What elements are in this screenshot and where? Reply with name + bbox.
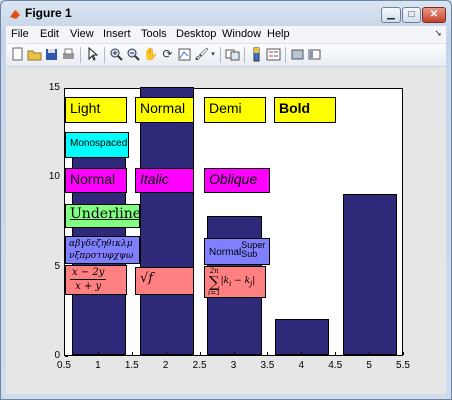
x-tick-mark — [97, 352, 99, 355]
menu-tools[interactable]: Tools — [141, 28, 167, 40]
greek-line-1: αβγδεζηθικλμ — [69, 239, 133, 249]
y-tick-mark — [65, 88, 68, 89]
x-tick-label: 1.5 — [124, 360, 139, 371]
annotation-normal-angle[interactable]: Normal — [65, 168, 127, 193]
sum-body-mid: − k — [231, 276, 251, 287]
annotation-normal[interactable]: Normal — [135, 97, 194, 123]
x-tick-mark — [335, 352, 337, 355]
fraction-numerator: x − 2y — [70, 267, 107, 280]
save-icon[interactable] — [44, 47, 59, 62]
legend-icon[interactable] — [266, 47, 281, 62]
x-tick-label: 5 — [366, 360, 372, 371]
x-tick-mark — [165, 352, 167, 355]
zoom-out-icon[interactable] — [126, 47, 141, 62]
title-bar[interactable]: Figure 1 ▁ □ ✕ — [1, 1, 451, 25]
hide-plot-tools-icon[interactable] — [290, 47, 305, 62]
open-file-icon[interactable] — [27, 47, 42, 62]
menu-help[interactable]: Help — [267, 28, 290, 40]
colorbar-icon[interactable] — [249, 47, 264, 62]
brush-dropdown-icon[interactable]: ▾ — [209, 47, 217, 62]
bar-2[interactable] — [139, 87, 194, 355]
x-tick-label: 4 — [298, 360, 305, 371]
annotation-oblique[interactable]: Oblique — [204, 168, 270, 193]
x-tick-mark — [403, 352, 404, 355]
y-tick-label: 5 — [54, 260, 60, 272]
sub-super-base: Normal — [209, 247, 242, 258]
rotate-3d-icon[interactable]: ⟳ — [160, 47, 175, 62]
new-figure-icon[interactable] — [10, 47, 25, 62]
x-tick-label: 0.5 — [57, 360, 71, 371]
x-tick-label: 1 — [95, 360, 101, 371]
menu-desktop[interactable]: Desktop — [176, 28, 216, 40]
x-tick-label: 4.5 — [328, 360, 343, 371]
menu-view[interactable]: View — [70, 28, 94, 40]
sum-lower-limit: i=1 — [208, 289, 221, 297]
bar-5[interactable] — [342, 194, 398, 355]
annotation-underline[interactable]: Underline — [65, 204, 140, 228]
menu-window[interactable]: Window — [222, 28, 261, 40]
x-tick-mark — [64, 352, 65, 355]
x-tick-mark — [369, 352, 371, 355]
pan-hand-icon[interactable]: ✋ — [143, 47, 158, 62]
y-tick-label: 0 — [54, 350, 60, 361]
print-icon[interactable] — [61, 47, 76, 62]
x-tick-label: 5.5 — [396, 360, 410, 371]
bar-4[interactable] — [275, 319, 330, 355]
x-tick-mark — [301, 352, 303, 355]
x-tick-label: 2 — [162, 360, 169, 371]
annotation-monospaced[interactable]: Monospaced — [65, 132, 129, 158]
greek-line-2: νξπρστυφχψω — [69, 251, 134, 261]
figure-toolbar: ✋ ⟳ 🖌 ▾ — [6, 44, 446, 67]
close-button[interactable]: ✕ — [422, 7, 446, 23]
x-tick-mark — [199, 352, 201, 355]
maximize-button[interactable]: □ — [402, 7, 421, 23]
menu-insert[interactable]: Insert — [103, 28, 131, 40]
annotation-summation[interactable]: 2n ∑ i=1 |ki − kj| — [204, 266, 266, 298]
sum-symbol: ∑ — [208, 273, 220, 291]
annotation-bold[interactable]: Bold — [274, 97, 336, 123]
dock-arrow-icon[interactable]: ➘ — [434, 28, 442, 39]
annotation-greek-letters[interactable]: αβγδεζηθικλμ νξπρστυφχψω — [65, 236, 140, 264]
x-tick-mark — [267, 352, 269, 355]
annotation-sub-super[interactable]: Normal Super Sub — [204, 238, 270, 265]
annotation-light[interactable]: Light — [65, 97, 127, 123]
x-tick-label: 2.5 — [192, 360, 207, 371]
subscript-text: Sub — [241, 249, 258, 259]
sum-body-start: |k — [220, 276, 230, 287]
x-tick-label: 3 — [230, 360, 237, 371]
y-tick-mark — [65, 356, 68, 357]
y-tick-label: 15 — [48, 82, 60, 93]
fraction-denominator: x + y — [75, 281, 102, 292]
menu-file[interactable]: File — [11, 28, 29, 40]
menu-bar: File Edit View Insert Tools Desktop Wind… — [6, 26, 446, 44]
show-plot-tools-icon[interactable] — [307, 47, 322, 62]
link-plot-icon[interactable] — [225, 47, 240, 62]
x-tick-mark — [233, 352, 235, 355]
zoom-in-icon[interactable] — [109, 47, 124, 62]
minimize-button[interactable]: ▁ — [381, 7, 401, 23]
annotation-italic[interactable]: Italic — [135, 168, 194, 193]
annotation-fraction[interactable]: x − 2y x + y — [65, 265, 127, 295]
matlab-logo-icon — [10, 10, 20, 19]
sum-body-end: | — [252, 276, 256, 287]
edit-plot-arrow-icon[interactable] — [85, 46, 100, 62]
data-cursor-icon[interactable] — [177, 47, 192, 62]
brush-icon[interactable]: 🖌 — [194, 47, 209, 62]
x-tick-mark — [131, 352, 133, 355]
menu-edit[interactable]: Edit — [40, 28, 59, 40]
x-tick-label: 3.5 — [260, 360, 275, 371]
annotation-demi[interactable]: Demi — [204, 97, 266, 123]
y-tick-label: 10 — [48, 171, 60, 183]
annotation-sqrt[interactable]: √f — [135, 267, 194, 295]
window-title: Figure 1 — [25, 6, 72, 20]
